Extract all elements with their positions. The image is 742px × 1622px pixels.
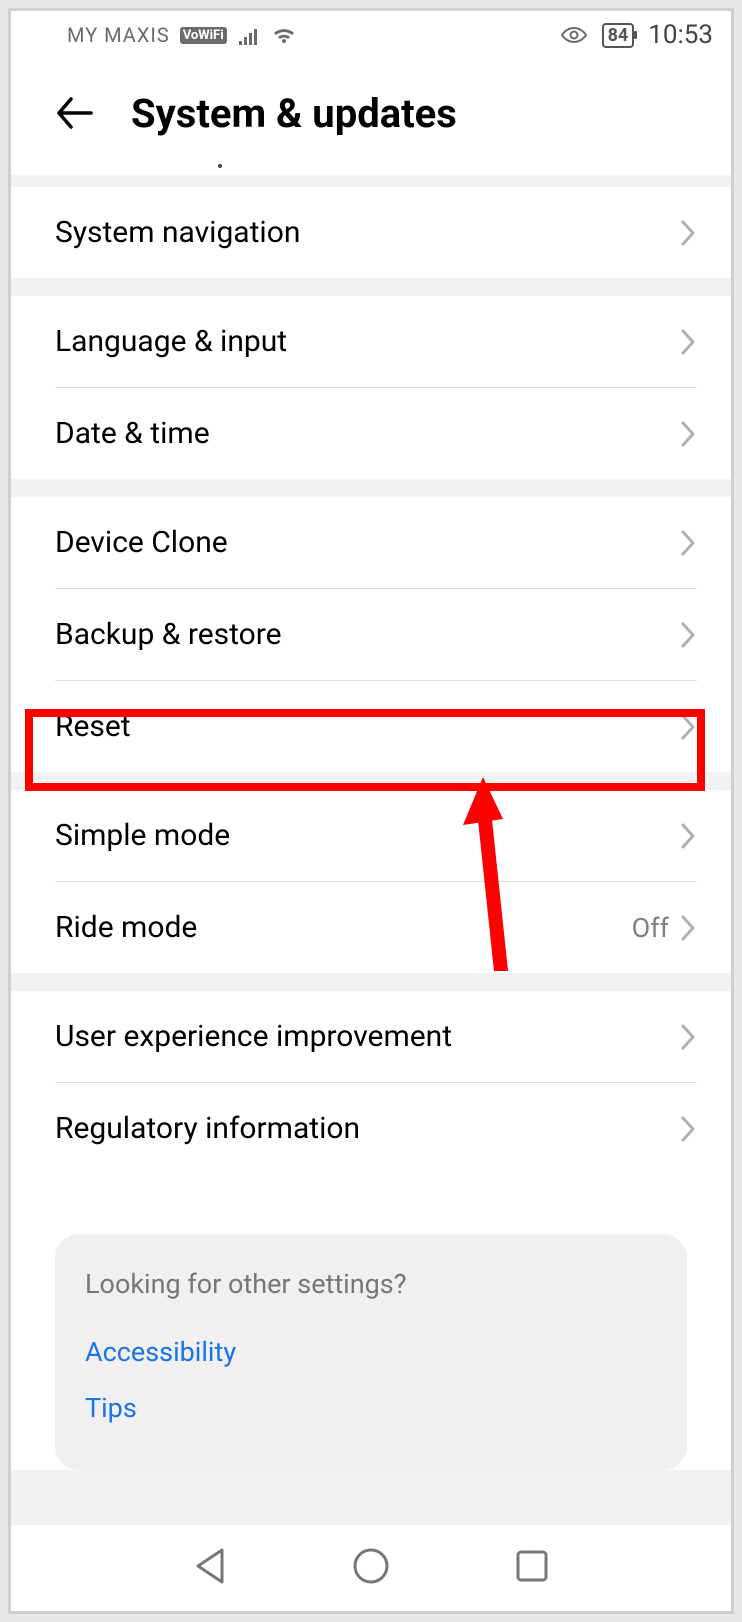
signal-icon <box>237 25 261 45</box>
settings-group: System navigation <box>11 187 731 278</box>
chevron-right-icon <box>679 528 697 558</box>
other-settings-card: Looking for other settings? Accessibilit… <box>55 1234 687 1470</box>
row-label: Backup & restore <box>55 617 679 652</box>
reset-row[interactable]: Reset <box>11 681 731 772</box>
row-label: Date & time <box>55 416 679 451</box>
settings-group: Simple mode Ride mode Off <box>11 790 731 973</box>
chevron-right-icon <box>679 218 697 248</box>
row-value: Off <box>632 912 669 944</box>
row-label: Language & input <box>55 324 679 359</box>
back-button[interactable] <box>49 89 105 137</box>
nav-back-button[interactable] <box>182 1536 238 1600</box>
language-input-row[interactable]: Language & input <box>11 296 731 387</box>
settings-group: Language & input Date & time <box>11 296 731 479</box>
clock-label: 10:53 <box>648 20 713 50</box>
content-area: System navigation Language & input Date … <box>11 175 731 1525</box>
chevron-right-icon <box>679 712 697 742</box>
chevron-right-icon <box>679 821 697 851</box>
accessibility-link[interactable]: Accessibility <box>85 1324 657 1380</box>
device-clone-row[interactable]: Device Clone <box>11 497 731 588</box>
status-bar: MY MAXIS VoWiFi 84 10:53 <box>11 11 731 59</box>
tips-link[interactable]: Tips <box>85 1380 657 1436</box>
chevron-right-icon <box>679 1022 697 1052</box>
wifi-icon <box>271 25 297 45</box>
vowifi-badge: VoWiFi <box>180 27 227 44</box>
header: System & updates <box>11 59 731 175</box>
chevron-right-icon <box>679 620 697 650</box>
settings-group: User experience improvement Regulatory i… <box>11 991 731 1470</box>
row-label: System navigation <box>55 215 679 250</box>
battery-icon: 84 <box>602 23 635 48</box>
row-label: User experience improvement <box>55 1019 679 1054</box>
eye-icon <box>560 26 588 44</box>
chevron-right-icon <box>679 419 697 449</box>
chevron-right-icon <box>679 1114 697 1144</box>
settings-group: Device Clone Backup & restore Reset <box>11 497 731 772</box>
user-experience-row[interactable]: User experience improvement <box>11 991 731 1082</box>
chevron-right-icon <box>679 327 697 357</box>
system-navbar <box>11 1525 731 1611</box>
backup-restore-row[interactable]: Backup & restore <box>11 589 731 680</box>
system-navigation-row[interactable]: System navigation <box>11 187 731 278</box>
date-time-row[interactable]: Date & time <box>11 388 731 479</box>
row-label: Device Clone <box>55 525 679 560</box>
dot-indicator <box>218 164 222 168</box>
chevron-right-icon <box>679 913 697 943</box>
row-label: Regulatory information <box>55 1111 679 1146</box>
row-label: Reset <box>55 709 679 744</box>
row-label: Ride mode <box>55 910 632 945</box>
page-title: System & updates <box>131 90 457 137</box>
simple-mode-row[interactable]: Simple mode <box>11 790 731 881</box>
regulatory-row[interactable]: Regulatory information <box>11 1083 731 1174</box>
other-settings-title: Looking for other settings? <box>85 1268 657 1300</box>
nav-home-button[interactable] <box>341 1536 401 1600</box>
row-label: Simple mode <box>55 818 679 853</box>
carrier-label: MY MAXIS <box>67 23 170 47</box>
nav-recents-button[interactable] <box>504 1538 560 1598</box>
ride-mode-row[interactable]: Ride mode Off <box>11 882 731 973</box>
